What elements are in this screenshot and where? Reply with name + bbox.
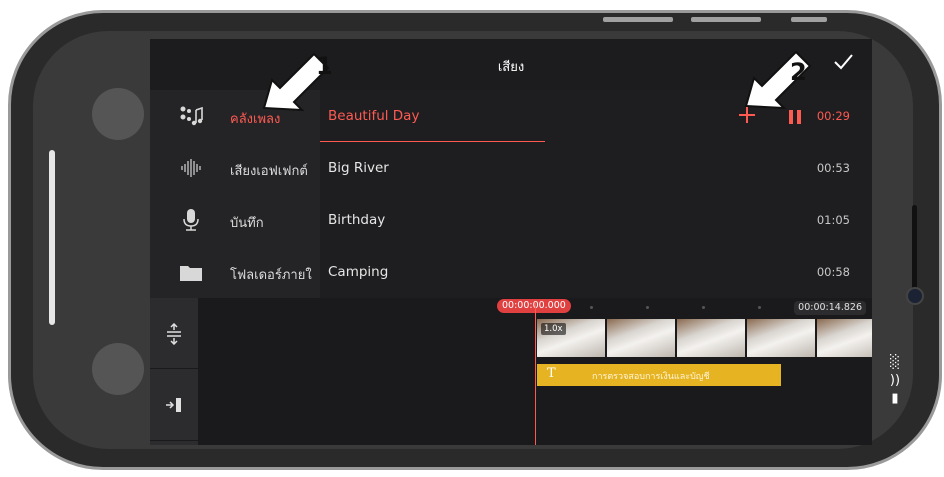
expand-tracks-button[interactable] [150,298,198,369]
clip-thumbnail [817,319,872,357]
category-label: บันทึก [230,216,264,231]
timeline-toolbar [150,298,198,445]
category-label: เสียงเอฟเฟกต์ [230,164,308,179]
signal-icon: ░ [890,355,900,370]
music-notes-icon [180,106,203,126]
text-layer-icon: T [547,366,556,381]
microphone-icon [183,209,199,231]
virtual-button [92,88,144,140]
playhead[interactable] [535,303,536,445]
folder-icon [180,266,202,281]
jump-to-end-button[interactable] [150,370,198,441]
track-name: Big River [328,160,389,176]
playhead-time: 00:00:00.000 [497,299,571,313]
annotation-arrow-2: 2 [744,50,812,110]
total-time: 00:00:14.826 [794,301,866,315]
category-device-folder[interactable]: โฟลเดอร์ภายใ [150,246,320,298]
home-indicator [49,150,55,325]
annotation-arrow-1: 1 [262,52,333,112]
track-row[interactable]: Birthday 01:05 [320,194,872,247]
virtual-button [92,343,144,395]
clip-thumbnail [747,319,817,357]
category-sound-effects[interactable]: เสียงเอฟเฟกต์ [150,142,320,194]
status-bar: ░ )) ▮ [884,354,906,408]
text-clip-label: การตรวจสอบการเงินและบัญชี [592,372,710,382]
track-duration: 00:53 [816,161,850,175]
arrow-to-bar-icon [166,398,181,412]
pause-icon[interactable] [787,108,803,126]
audio-library-panel: คลังเพลง เสียงเอฟเฟกต์ บันทึก โฟลเดอร์ภา… [150,90,872,298]
volume-button [603,17,673,22]
clip-thumbnail [677,319,747,357]
sound-wave-icon [181,159,201,177]
track-duration: 00:58 [816,265,850,279]
clip-thumbnail [607,319,677,357]
track-row[interactable]: Big River 00:53 [320,142,872,195]
track-duration: 01:05 [816,213,850,227]
time-tick [758,306,761,309]
track-row[interactable]: Camping 00:58 [320,246,872,298]
track-name: Birthday [328,212,386,228]
camera-icon [906,287,924,305]
category-label: โฟลเดอร์ภายใ [230,268,312,283]
clip-speed-badge: 1.0x [541,323,566,335]
wifi-icon: )) [889,373,901,388]
battery-icon: ▮ [891,391,899,406]
category-recording[interactable]: บันทึก [150,194,320,246]
time-tick [702,306,705,309]
checkmark-icon[interactable] [832,51,854,73]
sensor-slot [912,205,917,290]
expand-vertical-icon [167,323,181,345]
video-clip[interactable]: 1.0x [537,319,872,357]
annotation-number: 2 [790,58,807,86]
side-button [791,17,827,22]
time-tick [590,306,593,309]
track-name: Camping [328,264,389,280]
volume-button [691,17,761,22]
time-tick [646,306,649,309]
text-clip[interactable]: T การตรวจสอบการเงินและบัญชี [537,364,781,386]
annotation-number: 1 [316,52,333,80]
timeline[interactable]: 00:00:00.000 00:00:14.826 1.0x T การตรวจ… [150,298,872,445]
track-duration: 00:29 [816,109,850,123]
